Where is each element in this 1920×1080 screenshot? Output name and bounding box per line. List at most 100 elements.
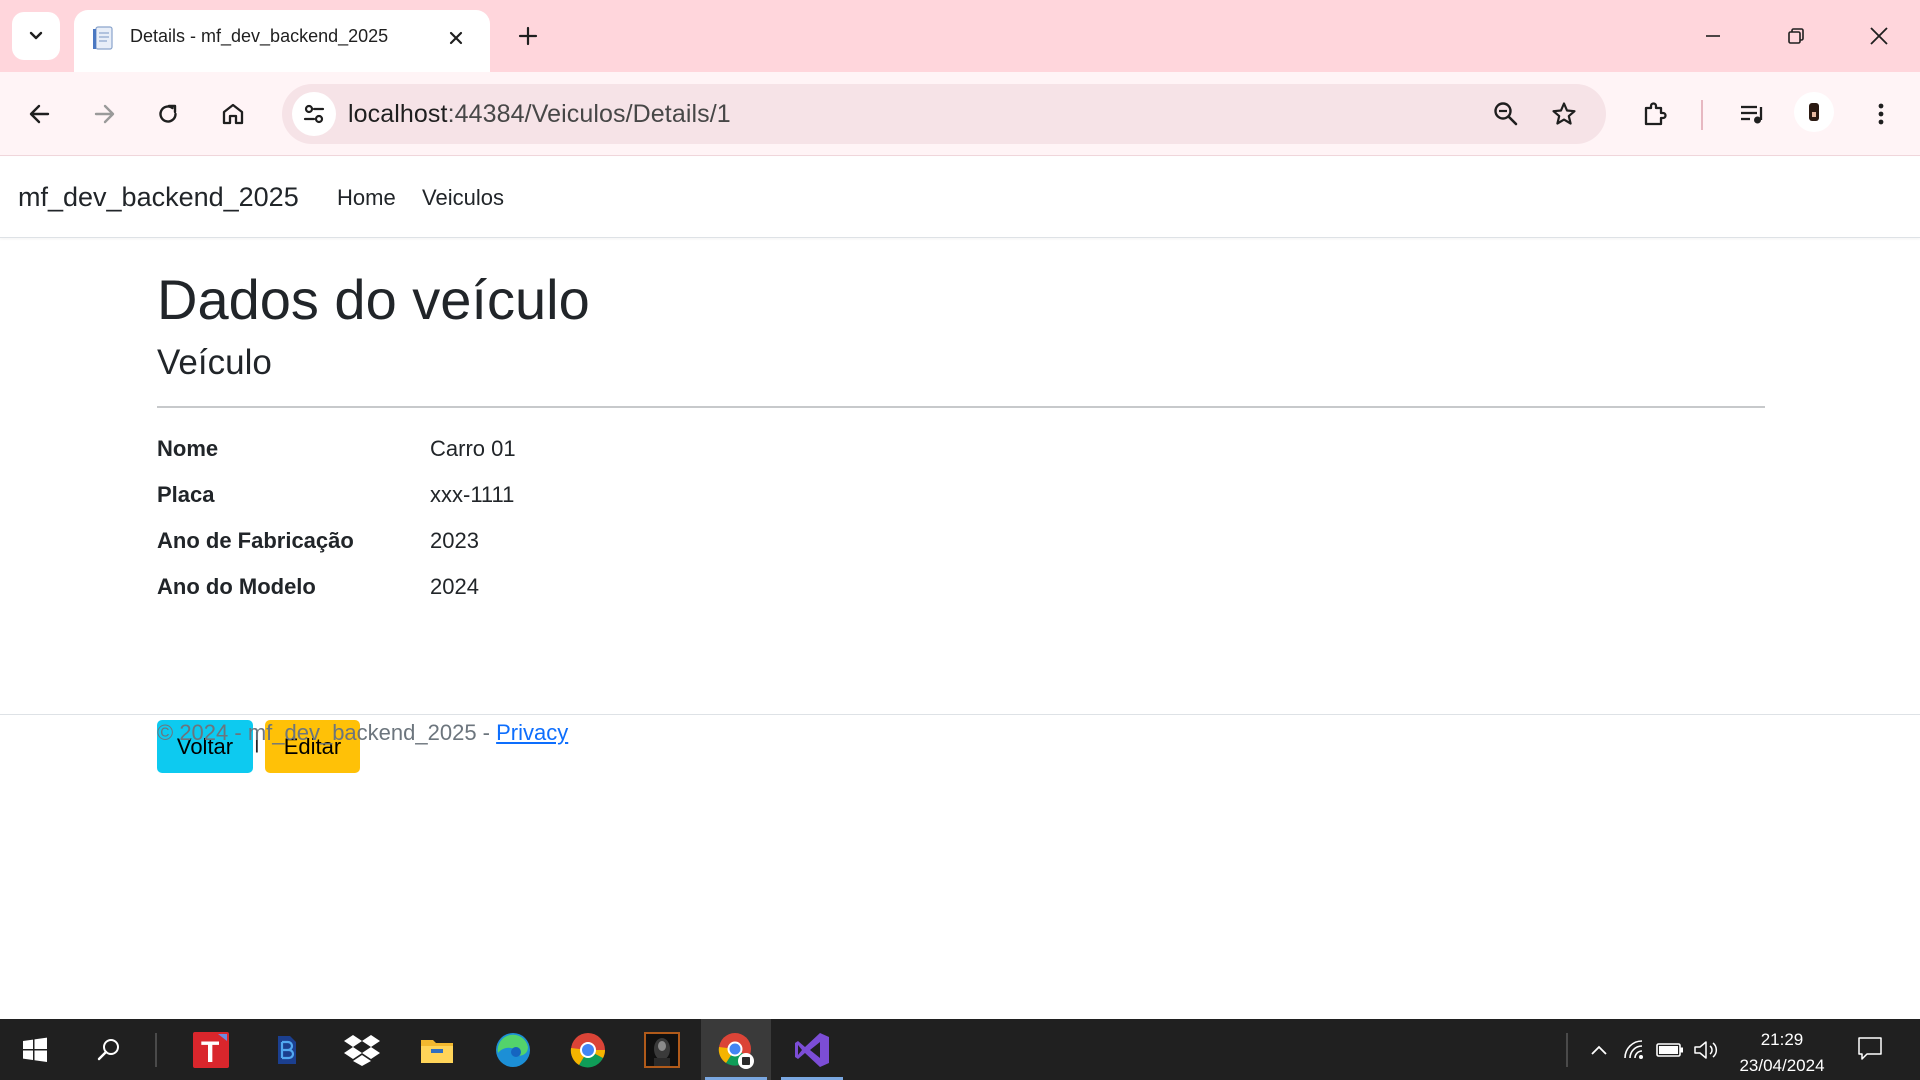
section-subtitle: Veículo [157, 343, 272, 382]
browser-toolbar: localhost:44384/Veiculos/Details/1 [0, 72, 1920, 156]
chrome-active-icon [718, 1032, 754, 1069]
url-text[interactable]: localhost:44384/Veiculos/Details/1 [348, 100, 731, 129]
window-close-button[interactable] [1847, 0, 1911, 72]
divider [157, 406, 1765, 408]
forward-button[interactable] [82, 92, 126, 136]
site-brand-link[interactable]: mf_dev_backend_2025 [18, 182, 299, 213]
reload-icon [159, 104, 177, 123]
extensions-button[interactable] [1633, 92, 1677, 136]
page-title: Dados do veículo [157, 268, 590, 331]
terminal-app-icon [644, 1031, 680, 1068]
taskbar-app-dropbox[interactable] [327, 1019, 397, 1080]
page-viewport: mf_dev_backend_2025 Home Veiculos Dados … [0, 157, 1920, 1019]
extensions-icon [1644, 102, 1667, 126]
system-clock[interactable]: 21:29 23/04/2024 [1718, 1027, 1846, 1079]
windows-taskbar: T 21:29 23/04/2024 [0, 1019, 1920, 1080]
url-path: :44384/Veiculos/Details/1 [447, 100, 731, 128]
url-host: localhost [348, 100, 448, 128]
chevron-up-icon [1591, 1045, 1607, 1055]
clock-date: 23/04/2024 [1739, 1056, 1825, 1075]
taskbar-app-visual-studio[interactable] [777, 1019, 847, 1080]
taskbar-app-chrome-active[interactable] [701, 1019, 771, 1080]
star-icon [1552, 102, 1576, 125]
search-icon [97, 1038, 119, 1060]
site-navbar: mf_dev_backend_2025 Home Veiculos [0, 157, 1920, 238]
zoom-icon [1494, 102, 1518, 126]
field-label-ano-fabricacao: Ano de Fabricação [157, 528, 354, 553]
profile-avatar[interactable] [1794, 92, 1834, 132]
browser-tab-strip: Details - mf_dev_backend_2025 [0, 0, 1920, 72]
taskbar-divider [155, 1033, 157, 1067]
nav-link-home[interactable]: Home [337, 185, 396, 211]
minimize-button[interactable] [1681, 0, 1745, 72]
taskbar-app-azure-data-studio[interactable] [252, 1019, 322, 1080]
forward-icon [94, 104, 115, 124]
new-tab-button[interactable] [508, 16, 548, 56]
taskbar-search-button[interactable] [74, 1019, 144, 1080]
start-button[interactable] [0, 1019, 70, 1080]
wifi-icon [1624, 1040, 1643, 1059]
speaker-icon [1694, 1041, 1718, 1059]
kebab-menu-icon [1878, 103, 1884, 125]
action-center-button[interactable] [1856, 1035, 1884, 1061]
chrome-icon [570, 1032, 605, 1067]
battery-button[interactable] [1656, 1037, 1684, 1063]
taskbar-app-terminal[interactable] [627, 1019, 697, 1080]
tab-title: Details - mf_dev_backend_2025 [130, 26, 389, 46]
clock-time: 21:29 [1760, 1030, 1804, 1049]
network-button[interactable] [1622, 1037, 1650, 1063]
restore-icon [1788, 28, 1804, 44]
taskbar-app-edge[interactable] [478, 1019, 548, 1080]
back-icon [29, 104, 50, 124]
plus-icon [518, 26, 538, 46]
field-label-ano-modelo: Ano do Modelo [157, 574, 316, 599]
show-hidden-icons-button[interactable] [1585, 1037, 1613, 1063]
field-value-ano-modelo: 2024 [430, 574, 479, 599]
nav-link-veiculos[interactable]: Veiculos [422, 185, 504, 211]
footer: © 2024 - mf_dev_backend_2025 - Privacy [157, 720, 568, 746]
chevron-down-icon [29, 31, 43, 40]
restore-button[interactable] [1764, 0, 1828, 72]
close-icon [449, 31, 463, 45]
minimize-icon [1706, 35, 1720, 37]
battery-icon [1656, 1043, 1683, 1057]
toolbar-separator [1701, 100, 1703, 130]
visual-studio-icon [795, 1032, 829, 1067]
field-label-nome: Nome [157, 436, 219, 461]
windows-logo-icon [23, 1037, 47, 1062]
file-explorer-icon [421, 1039, 453, 1063]
todoist-icon: T [193, 1031, 229, 1069]
home-icon [222, 103, 244, 125]
media-controls-button[interactable] [1730, 92, 1774, 136]
address-bar[interactable]: localhost:44384/Veiculos/Details/1 [282, 84, 1606, 144]
field-value-placa: xxx-1111 [430, 482, 515, 507]
reload-button[interactable] [146, 92, 190, 136]
tab-search-button[interactable] [12, 12, 60, 60]
site-settings-icon [303, 104, 325, 124]
field-value-nome: Carro 01 [430, 436, 516, 461]
svg-text:T: T [201, 1036, 219, 1069]
active-tab[interactable]: Details - mf_dev_backend_2025 [74, 10, 490, 72]
profile-picture [1809, 103, 1819, 121]
azure-data-studio-icon [278, 1035, 296, 1064]
taskbar-app-file-explorer[interactable] [402, 1019, 472, 1080]
privacy-link[interactable]: Privacy [496, 720, 568, 745]
zoom-button[interactable] [1486, 94, 1526, 134]
document-icon [93, 26, 113, 50]
field-value-ano-fabricacao: 2023 [430, 528, 479, 553]
tab-close-button[interactable] [440, 22, 472, 54]
media-icon [1741, 105, 1763, 124]
footer-copyright: © 2024 - mf_dev_backend_2025 - [157, 720, 497, 745]
volume-button[interactable] [1692, 1037, 1720, 1063]
home-button[interactable] [211, 92, 255, 136]
taskbar-app-chrome[interactable] [553, 1019, 623, 1080]
close-icon [1870, 27, 1888, 45]
edge-icon [496, 1032, 530, 1067]
back-button[interactable] [18, 92, 62, 136]
dropbox-icon [344, 1034, 380, 1066]
taskbar-app-todoist[interactable]: T [176, 1019, 246, 1080]
site-info-button[interactable] [292, 92, 336, 136]
footer-border [0, 714, 1920, 715]
bookmark-button[interactable] [1544, 94, 1584, 134]
browser-menu-button[interactable] [1859, 92, 1903, 136]
